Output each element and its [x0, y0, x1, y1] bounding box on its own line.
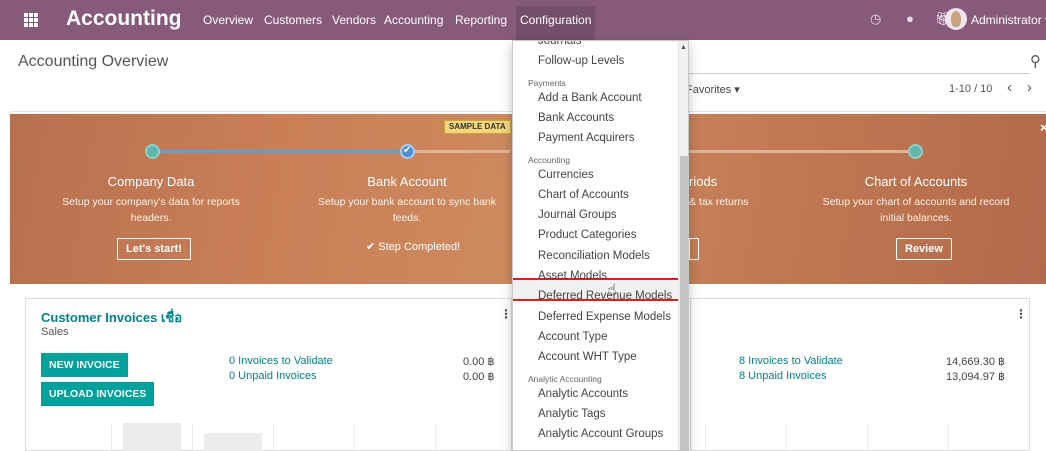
graph-gridline — [705, 423, 706, 451]
pager-next-button[interactable]: › — [1027, 79, 1032, 96]
card-subtitle: Sales — [41, 326, 69, 338]
progress-line — [155, 150, 405, 153]
menu-customers[interactable]: Customers — [264, 13, 322, 27]
step-title-bank-account: Bank Account — [367, 174, 447, 189]
menu-vendors[interactable]: Vendors — [332, 13, 376, 27]
search-input[interactable] — [686, 73, 1030, 74]
graph-gridline — [435, 423, 436, 451]
graph-gridline — [273, 423, 274, 451]
configuration-dropdown: Journals Follow-up Levels Payments Add a Ba… — [512, 40, 689, 451]
menu-item-currencies[interactable]: Currencies — [538, 169, 594, 181]
menu-reporting[interactable]: Reporting — [455, 13, 507, 27]
graph-gridline — [354, 423, 355, 451]
menu-item-analytic-tags[interactable]: Analytic Tags — [538, 408, 606, 420]
menu-item-bank-accounts[interactable]: Bank Accounts — [538, 112, 614, 124]
step-title-company-data: Company Data — [107, 174, 195, 189]
menu-item-analytic-account-groups[interactable]: Analytic Account Groups — [538, 428, 663, 440]
pager-value[interactable]: 1-10 / 10 — [949, 83, 992, 95]
avatar[interactable] — [945, 8, 967, 30]
check-icon: ✔ — [403, 145, 412, 156]
step-desc-bank-account: Setup your bank account to sync bank fee… — [317, 196, 497, 224]
graph-gridline — [786, 423, 787, 451]
graph-gridline — [111, 423, 112, 451]
scrollbar-thumb[interactable] — [680, 156, 688, 450]
sample-data-badge: SAMPLE DATA — [444, 120, 511, 134]
step-dot-bank-account: ✔ — [400, 144, 415, 159]
dropdown-section-header: Analytic Accounting — [528, 373, 602, 384]
card-title[interactable]: Customer Invoices เชื่อ — [41, 307, 182, 328]
menu-item-journals[interactable]: Journals — [538, 41, 581, 47]
pager-previous-button[interactable]: ‹ — [1007, 79, 1012, 96]
menu-item-journal-groups[interactable]: Journal Groups — [538, 209, 617, 221]
invoices-to-validate-link[interactable]: 0 Invoices to Validate — [229, 355, 333, 367]
menu-item-payment-acquirers[interactable]: Payment Acquirers — [538, 132, 635, 144]
favorites-dropdown[interactable]: Favorites ▾ — [686, 83, 740, 96]
user-menu[interactable]: Administrator ▾ — [971, 13, 1046, 27]
menu-overview[interactable]: Overview — [203, 13, 253, 27]
step-dot-chart-of-accounts — [908, 144, 923, 159]
step-desc-company-data: Setup your company's data for reports he… — [62, 196, 240, 224]
graph-bar — [204, 433, 262, 451]
page-title: Accounting Overview — [18, 53, 169, 70]
menu-item-asset-models[interactable]: Asset Models — [538, 270, 607, 282]
customer-invoices-card: Customer Invoices เชื่อ Sales ⋮ NEW INVO… — [25, 298, 512, 451]
menu-item-account-type[interactable]: Account Type — [538, 331, 607, 343]
menu-item-deferred-expense-models[interactable]: Deferred Expense Models — [538, 311, 671, 323]
menu-item-account-wht-type[interactable]: Account WHT Type — [538, 351, 637, 363]
unpaid-bills-amount: 13,094.97 ฿ — [946, 371, 1005, 383]
graph-gridline — [192, 423, 193, 451]
periods-button-edge[interactable] — [689, 238, 699, 260]
to-validate-amount: 0.00 ฿ — [463, 356, 495, 368]
hand-cursor-icon: ☝ — [607, 282, 617, 299]
menu-item-add-a-bank-account[interactable]: Add a Bank Account — [538, 92, 642, 104]
close-banner-icon[interactable]: × — [1040, 120, 1046, 135]
step-completed-label: ✔ Step Completed! — [366, 241, 461, 253]
card-options-icon[interactable]: ⋮ — [500, 307, 512, 321]
step-dot-company-data — [145, 144, 160, 159]
menu-item-chart-of-accounts[interactable]: Chart of Accounts — [538, 189, 629, 201]
step-title-chart-of-accounts: Chart of Accounts — [864, 174, 968, 189]
menu-item-follow-up-levels[interactable]: Follow-up Levels — [538, 55, 624, 67]
menu-item-product-categories[interactable]: Product Categories — [538, 229, 636, 241]
new-invoice-button[interactable]: NEW INVOICE — [41, 353, 128, 377]
scroll-up-icon[interactable]: ▲ — [680, 44, 687, 51]
lets-start-button[interactable]: Let's start! — [117, 238, 191, 260]
step-desc-chart-of-accounts: Setup your chart of accounts and record … — [822, 196, 1010, 224]
menu-accounting[interactable]: Accounting — [384, 13, 443, 27]
review-button[interactable]: Review — [896, 238, 952, 260]
search-icon[interactable]: ⚲ — [1030, 52, 1041, 70]
card-options-icon[interactable]: ⋮ — [1015, 307, 1027, 321]
step-desc-periods: & tax returns — [689, 196, 749, 208]
upload-invoices-button[interactable]: UPLOAD INVOICES — [41, 382, 155, 406]
app-brand[interactable]: Accounting — [66, 7, 182, 31]
progress-line — [410, 150, 510, 153]
menu-item-deferred-revenue-models[interactable]: Deferred Revenue Models — [538, 290, 672, 302]
vendor-bills-card: ⋮ 8 Invoices to Validate 8 Unpaid Invoic… — [690, 298, 1030, 451]
bills-to-validate-link[interactable]: 8 Invoices to Validate — [739, 355, 843, 367]
graph-bar — [123, 423, 181, 451]
unpaid-bills-link[interactable]: 8 Unpaid Invoices — [739, 370, 826, 382]
dropdown-section-header: Accounting — [528, 154, 571, 165]
menu-item-reconciliation-models[interactable]: Reconciliation Models — [538, 250, 650, 262]
dropdown-scrollbar[interactable]: ▲ — [678, 41, 688, 450]
progress-line — [686, 150, 916, 153]
graph-gridline — [948, 423, 949, 451]
unpaid-amount: 0.00 ฿ — [463, 371, 495, 383]
dropdown-section-header: Payments — [528, 77, 566, 88]
step-title-periods: riods — [689, 174, 718, 189]
top-navbar: Accounting Overview Customers Vendors Ac… — [0, 0, 1046, 40]
clock-icon[interactable]: ◷ — [870, 11, 881, 27]
unpaid-invoices-link[interactable]: 0 Unpaid Invoices — [229, 370, 316, 382]
menu-configuration[interactable]: Configuration — [516, 6, 596, 40]
graph-gridline — [867, 423, 868, 451]
apps-menu-icon[interactable] — [24, 13, 38, 27]
menu-item-analytic-accounts[interactable]: Analytic Accounts — [538, 388, 628, 400]
chat-icon[interactable]: ● — [906, 11, 914, 26]
bills-to-validate-amount: 14,669.30 ฿ — [946, 356, 1005, 368]
